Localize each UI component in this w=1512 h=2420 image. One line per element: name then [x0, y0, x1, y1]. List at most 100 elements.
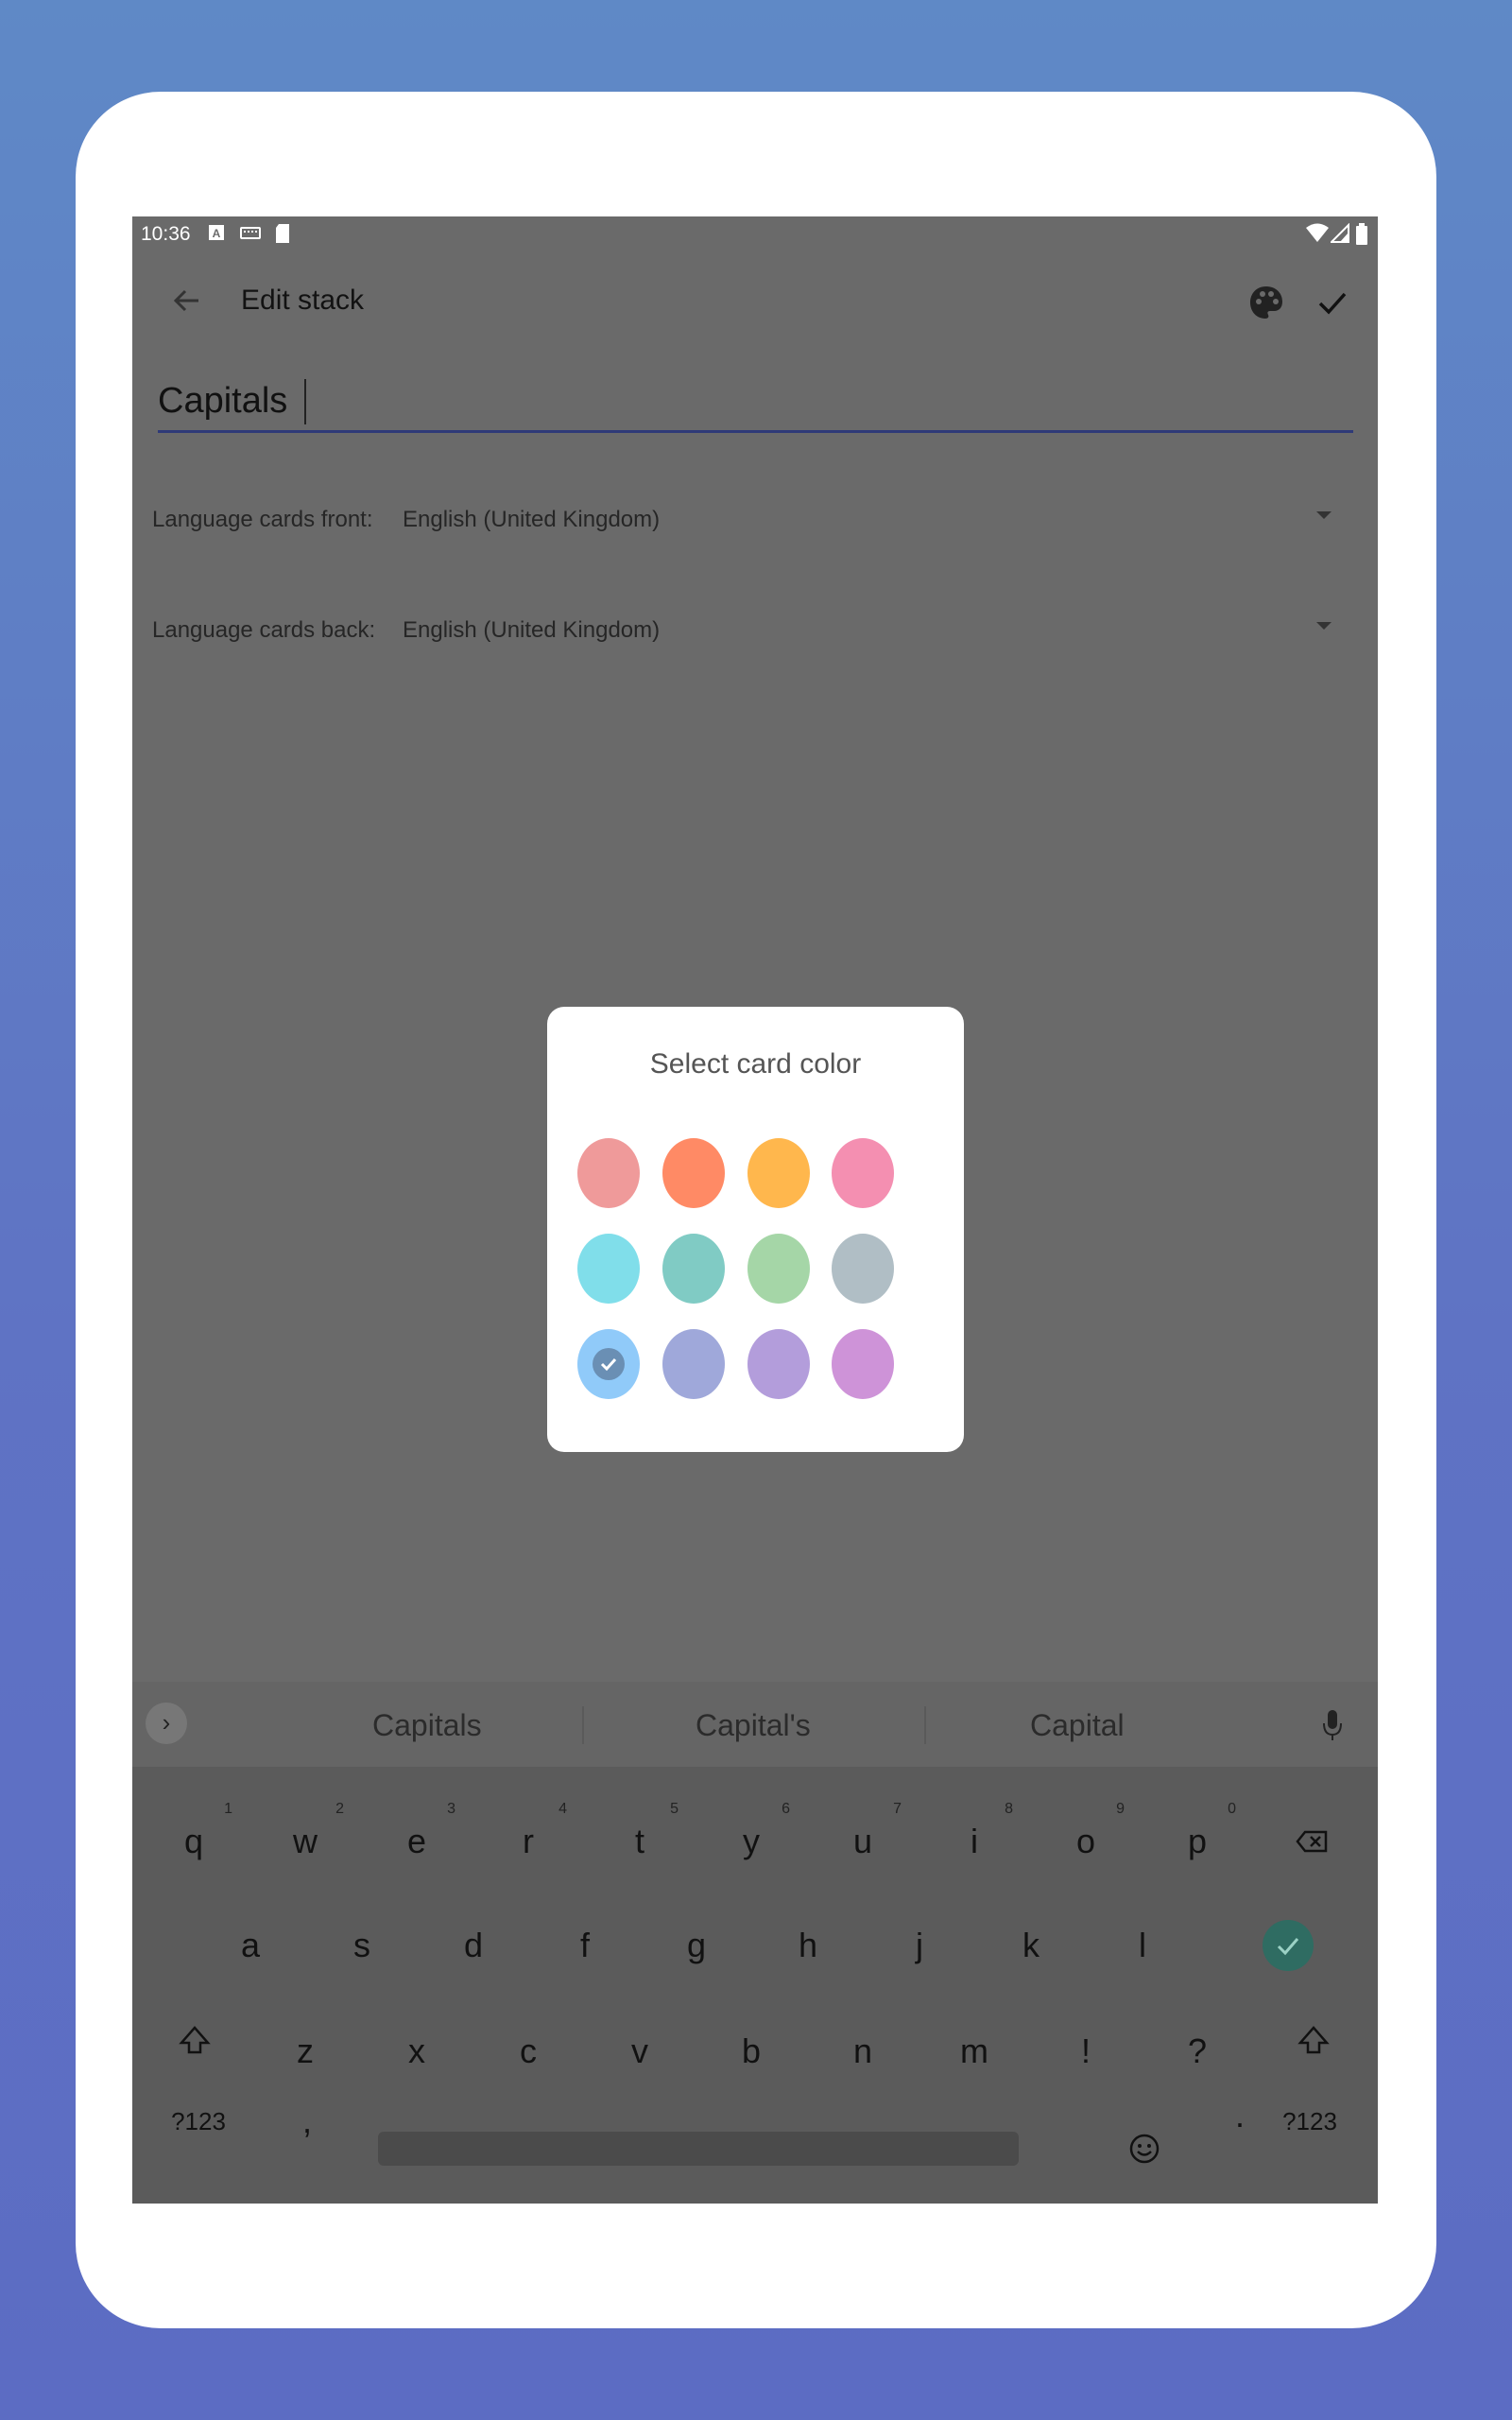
backspace-icon[interactable]: [1294, 1823, 1332, 1860]
color-swatch[interactable]: [577, 1329, 640, 1399]
key-label: !: [1080, 2031, 1091, 2070]
color-swatch[interactable]: [662, 1234, 725, 1304]
key-m[interactable]: m: [932, 2009, 1017, 2094]
key-hint: 2: [335, 1801, 344, 1817]
key-j[interactable]: j: [877, 1903, 962, 1988]
key-label: s: [353, 1926, 370, 1964]
signal-icon: [1331, 223, 1349, 243]
dropdown-arrow-icon[interactable]: [1316, 511, 1332, 519]
color-swatch[interactable]: [832, 1234, 894, 1304]
enter-button[interactable]: [1263, 1920, 1314, 1971]
key-x[interactable]: x: [374, 2009, 459, 2094]
key-label: ?: [1187, 2031, 1208, 2070]
key-hint: 3: [447, 1801, 455, 1817]
key-label: q: [183, 1822, 204, 1860]
key-e[interactable]: 3e: [374, 1799, 459, 1884]
language-front-select[interactable]: English (United Kingdom): [403, 507, 660, 533]
color-swatch[interactable]: [832, 1138, 894, 1208]
key-v[interactable]: v: [597, 2009, 682, 2094]
key-label: v: [631, 2031, 648, 2070]
key-g[interactable]: g: [654, 1903, 739, 1988]
key-hint: 7: [893, 1801, 902, 1817]
key-label: b: [741, 2031, 762, 2070]
key-label: i: [971, 1822, 978, 1860]
emoji-icon[interactable]: [1125, 2130, 1163, 2168]
key-label: f: [579, 1926, 590, 1964]
key-h[interactable]: h: [765, 1903, 850, 1988]
key-hint: 9: [1116, 1801, 1125, 1817]
battery-icon: [1356, 223, 1367, 245]
key-n[interactable]: n: [820, 2009, 905, 2094]
key-k[interactable]: k: [988, 1903, 1074, 1988]
color-swatch[interactable]: [662, 1329, 725, 1399]
key-q[interactable]: 1q: [151, 1799, 236, 1884]
microphone-icon[interactable]: [1318, 1706, 1347, 1744]
check-icon[interactable]: [1309, 279, 1356, 326]
key-label: r: [523, 1822, 534, 1860]
suggestion-3[interactable]: Capital: [1030, 1708, 1125, 1743]
app-bar: Edit stack: [132, 251, 1378, 356]
color-swatch[interactable]: [747, 1329, 810, 1399]
shift-left-icon[interactable]: [176, 2022, 214, 2060]
language-back-row[interactable]: Language cards back: English (United Kin…: [132, 601, 1378, 658]
key-label: j: [916, 1926, 923, 1964]
dropdown-arrow-icon[interactable]: [1316, 622, 1332, 630]
language-front-label: Language cards front:: [152, 507, 373, 532]
symbols-label: ?123: [1282, 2107, 1337, 2135]
key-label: g: [686, 1926, 707, 1964]
key-c[interactable]: c: [486, 2009, 571, 2094]
key-s[interactable]: s: [319, 1903, 404, 1988]
key-hint: 6: [782, 1801, 790, 1817]
status-time: 10:36: [141, 223, 191, 245]
symbols-key-left[interactable]: ?123: [151, 2084, 246, 2169]
suggestion-divider: [924, 1706, 926, 1744]
key-u[interactable]: 7u: [820, 1799, 905, 1884]
color-swatch[interactable]: [832, 1329, 894, 1399]
key-hint: 1: [224, 1801, 232, 1817]
color-swatch[interactable]: [747, 1138, 810, 1208]
key-d[interactable]: d: [431, 1903, 516, 1988]
key-o[interactable]: 9o: [1043, 1799, 1128, 1884]
key-p[interactable]: 0p: [1155, 1799, 1240, 1884]
key-label: z: [297, 2031, 314, 2070]
shift-right-icon[interactable]: [1295, 2022, 1332, 2060]
color-swatch[interactable]: [577, 1234, 640, 1304]
space-bar[interactable]: [378, 2132, 1019, 2166]
status-bar: 10:36 A: [132, 216, 1378, 251]
language-back-select[interactable]: English (United Kingdom): [403, 617, 660, 644]
key-label: u: [852, 1822, 873, 1860]
dialog-title: Select card color: [649, 1048, 862, 1080]
color-swatch[interactable]: [747, 1234, 810, 1304]
comma-label: ,: [301, 2101, 312, 2140]
key-hint: 0: [1228, 1801, 1236, 1817]
suggestion-1[interactable]: Capitals: [372, 1708, 482, 1743]
comma-key[interactable]: ,: [265, 2079, 350, 2164]
back-arrow-icon[interactable]: [161, 275, 212, 326]
key-y[interactable]: 6y: [709, 1799, 794, 1884]
key-r[interactable]: 4r: [486, 1799, 571, 1884]
key-label: n: [852, 2031, 873, 2070]
key-f[interactable]: f: [542, 1903, 627, 1988]
palette-icon[interactable]: [1243, 279, 1290, 326]
key-i[interactable]: 8i: [932, 1799, 1017, 1884]
symbols-key-right[interactable]: ?123: [1263, 2084, 1357, 2169]
key-l[interactable]: l: [1100, 1903, 1185, 1988]
key-label: p: [1187, 1822, 1208, 1860]
color-swatch[interactable]: [662, 1138, 725, 1208]
key-b[interactable]: b: [709, 2009, 794, 2094]
suggestion-2[interactable]: Capital's: [696, 1708, 811, 1743]
language-front-row[interactable]: Language cards front: English (United Ki…: [132, 491, 1378, 547]
expand-chevron-icon[interactable]: ›: [146, 1703, 187, 1744]
suggestion-divider: [582, 1706, 584, 1744]
key-exclamation[interactable]: !: [1043, 2009, 1128, 2094]
key-t[interactable]: 5t: [597, 1799, 682, 1884]
color-swatch[interactable]: [577, 1138, 640, 1208]
key-label: c: [520, 2031, 537, 2070]
stack-name-input[interactable]: Capitals: [158, 368, 1353, 433]
language-back-label: Language cards back:: [152, 617, 376, 643]
wifi-icon: [1306, 223, 1329, 242]
font-notification-icon: A: [209, 225, 224, 240]
key-a[interactable]: a: [208, 1903, 293, 1988]
key-w[interactable]: 2w: [263, 1799, 348, 1884]
symbols-label: ?123: [171, 2107, 226, 2135]
